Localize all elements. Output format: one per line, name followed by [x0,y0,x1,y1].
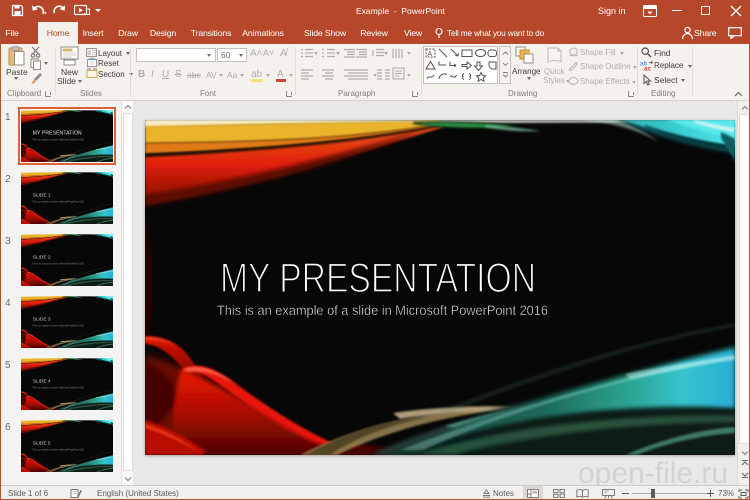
svg-text:A: A [428,51,433,58]
svg-text:This is an example of a slide: This is an example of a slide in Microso… [32,262,84,265]
svg-text:MY PRESENTATION: MY PRESENTATION [220,254,536,301]
svg-text:SLIDE 4: SLIDE 4 [33,379,51,385]
svg-text:This is an example of a slide: This is an example of a slide in Microso… [32,386,84,389]
svg-text:SLIDE 5: SLIDE 5 [33,441,51,447]
svg-text:SLIDE 3: SLIDE 3 [33,317,51,323]
svg-text:This is an example of a slide: This is an example of a slide in Microso… [32,200,84,203]
svg-text:SLIDE 2: SLIDE 2 [33,255,51,261]
svg-text:This is an example of a slide: This is an example of a slide in Microso… [217,303,548,318]
svg-text:MY PRESENTATION: MY PRESENTATION [33,131,82,137]
svg-text:This is an example of a slide: This is an example of a slide in Microso… [32,324,84,327]
svg-text:This is an example of a slide: This is an example of a slide in Microso… [32,448,84,451]
svg-text:SLIDE 1: SLIDE 1 [33,193,51,199]
svg-text:This is an example of a slide: This is an example of a slide in Microso… [32,138,84,141]
svg-text:ac: ac [644,66,652,72]
